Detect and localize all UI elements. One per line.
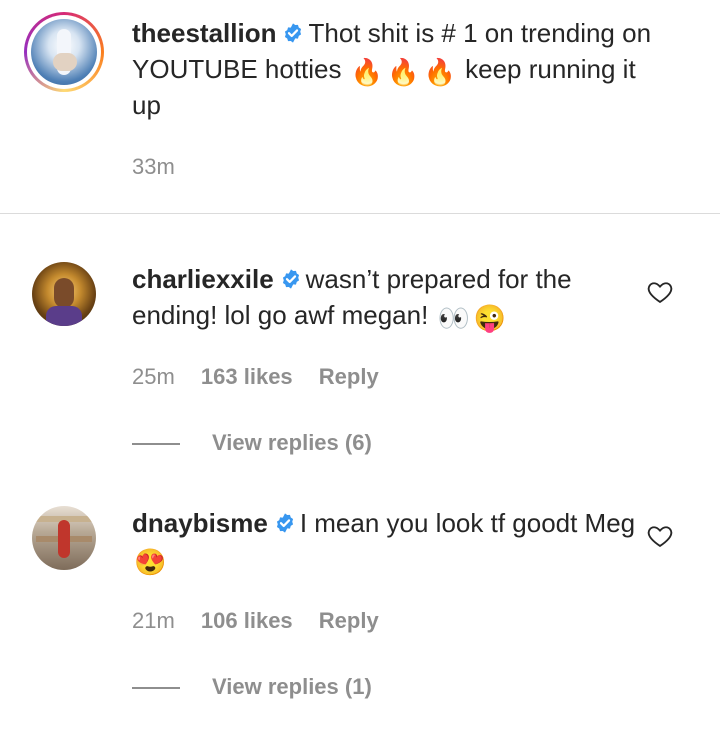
timestamp: 21m <box>132 608 175 633</box>
avatar-image <box>31 19 97 85</box>
comment-body: I mean you look tf goodt Meg <box>299 508 636 538</box>
avatar-figure <box>58 520 70 558</box>
avatar-figure-lower <box>53 53 77 71</box>
fire-emoji: 🔥 <box>350 57 384 87</box>
username[interactable]: theestallion <box>132 18 276 48</box>
comment-text: charliexxile wasn’t prepared for the endi… <box>132 261 662 333</box>
caption-text: theestallion Thot shit is # 1 on trending… <box>132 15 662 123</box>
eyes-emoji: 👀 <box>437 303 470 333</box>
heart-outline-icon[interactable] <box>646 278 674 306</box>
winking-tongue-emoji: 😜 <box>473 303 507 333</box>
comment-meta: 25m 163 likes Reply <box>132 364 399 390</box>
username[interactable]: charliexxile <box>132 264 274 294</box>
verified-badge-icon <box>282 269 299 289</box>
verified-badge-icon <box>276 513 293 533</box>
likes-count[interactable]: 106 likes <box>201 608 293 633</box>
likes-count[interactable]: 163 likes <box>201 364 293 389</box>
avatar-shirt <box>46 306 82 326</box>
divider <box>0 213 720 214</box>
avatar-face <box>54 278 74 308</box>
heart-eyes-emoji: 😍 <box>134 547 167 577</box>
fire-emoji: 🔥 <box>387 57 420 87</box>
verified-badge-icon <box>285 23 302 43</box>
timestamp: 25m <box>132 364 175 389</box>
avatar[interactable] <box>32 506 96 570</box>
avatar[interactable] <box>32 262 96 326</box>
fire-emoji: 🔥 <box>423 57 456 87</box>
view-replies-button[interactable]: View replies (6) <box>132 430 372 456</box>
avatar[interactable] <box>24 12 104 92</box>
reply-button[interactable]: Reply <box>319 364 379 389</box>
view-replies-label: View replies (6) <box>212 430 372 455</box>
comment-text: dnaybisme I mean you look tf goodt Meg 😍 <box>132 505 662 577</box>
view-replies-button[interactable]: View replies (1) <box>132 674 372 700</box>
caption-meta: 33m <box>132 154 195 180</box>
replies-divider-line <box>132 443 180 446</box>
timestamp: 33m <box>132 154 175 179</box>
view-replies-label: View replies (1) <box>212 674 372 699</box>
comment-meta: 21m 106 likes Reply <box>132 608 399 634</box>
username[interactable]: dnaybisme <box>132 508 268 538</box>
replies-divider-line <box>132 687 180 690</box>
heart-outline-icon[interactable] <box>646 522 674 550</box>
reply-button[interactable]: Reply <box>319 608 379 633</box>
